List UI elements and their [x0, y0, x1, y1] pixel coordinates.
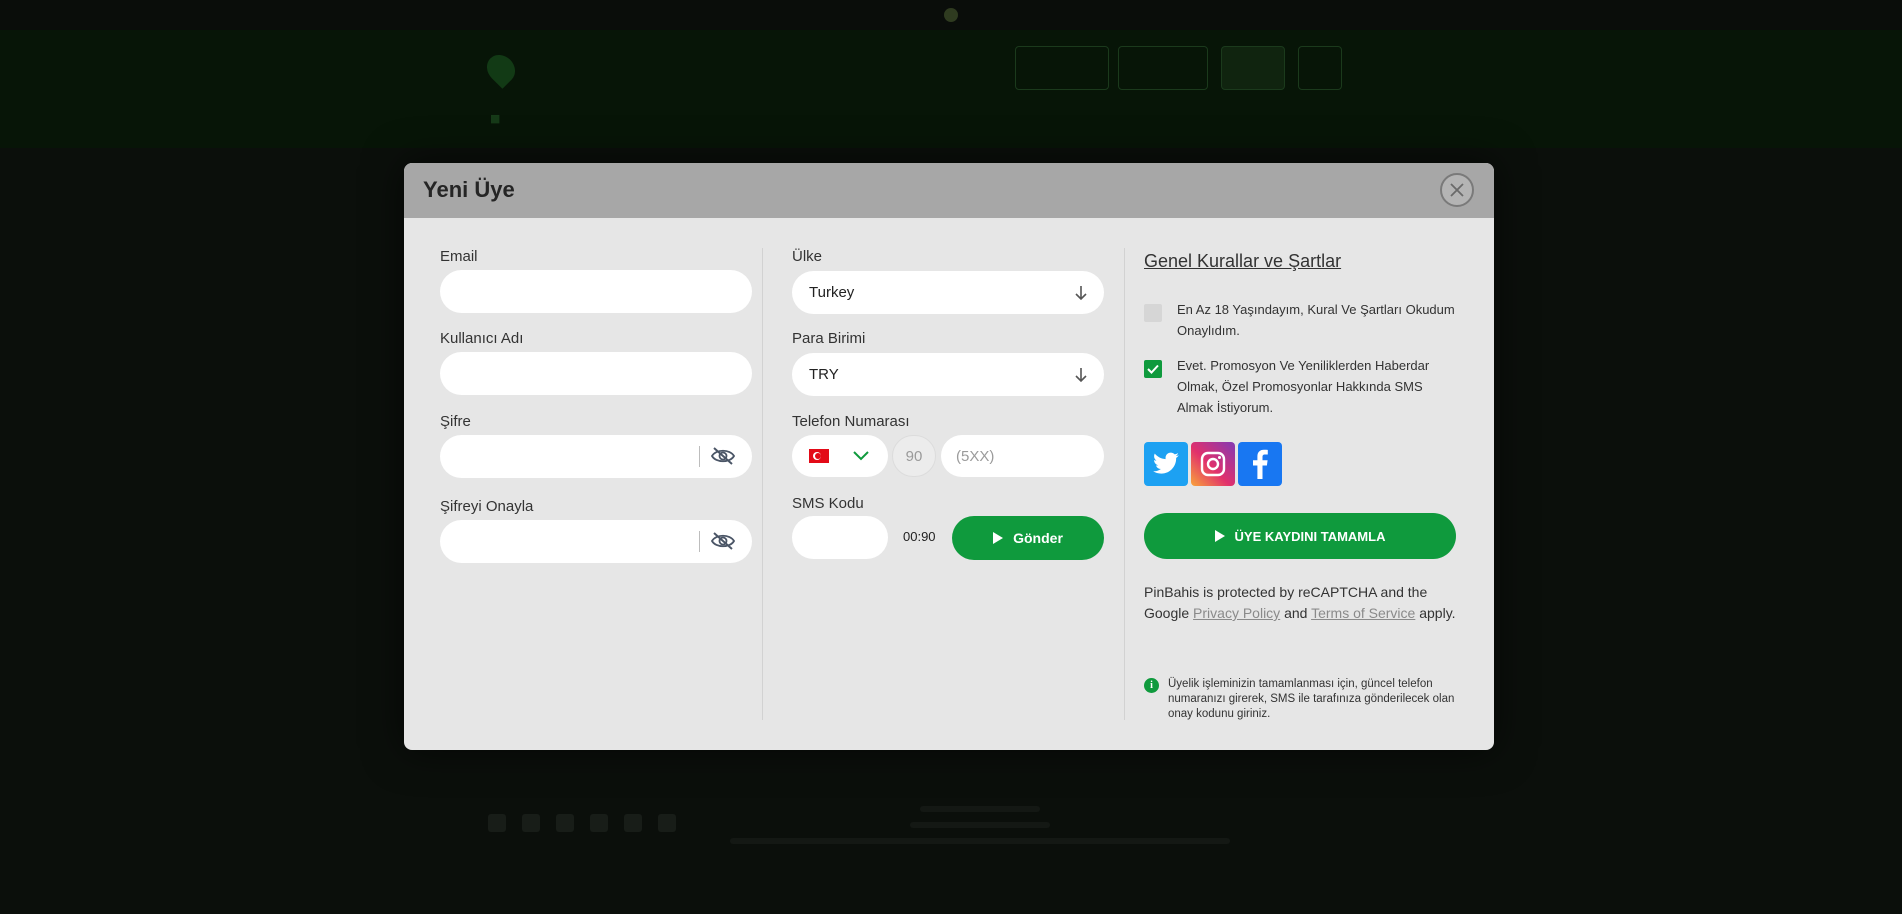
terms-of-service-link[interactable]: Terms of Service [1311, 605, 1415, 621]
column-divider [762, 248, 763, 720]
password-visibility-toggle[interactable] [710, 445, 736, 467]
phone-country-code: 90 [892, 435, 936, 477]
country-value: Turkey [809, 284, 855, 301]
recaptcha-notice: PinBahis is protected by reCAPTCHA and t… [1144, 582, 1456, 624]
modal-title: Yeni Üye [423, 177, 515, 202]
twitter-icon [1153, 452, 1179, 474]
complete-registration-button[interactable]: ÜYE KAYDINI TAMAMLA [1144, 513, 1456, 559]
account-column: Email Kullanıcı Adı Şifre Şifreyi Onayla [440, 218, 752, 750]
pin-logo-icon [481, 49, 521, 89]
terms-column: Genel Kurallar ve Şartlar En Az 18 Yaşın… [1144, 218, 1456, 750]
site-nav [490, 112, 500, 125]
sms-code-label: SMS Kodu [792, 495, 864, 512]
complete-registration-label: ÜYE KAYDINI TAMAMLA [1234, 528, 1386, 544]
password-confirm-visibility-toggle[interactable] [710, 530, 736, 552]
play-icon [1214, 530, 1225, 542]
facebook-link[interactable] [1238, 442, 1282, 486]
password-confirm-separator [699, 531, 700, 552]
footer-youtube-icon [556, 814, 574, 832]
privacy-policy-link[interactable]: Privacy Policy [1193, 605, 1280, 621]
turkey-flag-icon [809, 449, 829, 463]
sms-timer: 00:90 [903, 529, 936, 544]
username-label: Kullanıcı Adı [440, 330, 524, 347]
site-header [0, 30, 1902, 148]
social-links [1144, 442, 1282, 486]
footer-pinterest-icon [624, 814, 642, 832]
column-divider [1124, 248, 1125, 720]
play-icon [993, 532, 1004, 544]
password-confirm-field [440, 520, 752, 563]
send-sms-button[interactable]: Gönder [952, 516, 1104, 560]
site-logo [481, 49, 521, 89]
footer-settings-icon [658, 814, 676, 832]
password-confirm-input[interactable] [440, 520, 752, 563]
header-signup-button [1118, 46, 1208, 90]
close-icon [1450, 183, 1464, 197]
footer-social-icons [488, 814, 676, 832]
facebook-icon [1253, 449, 1268, 479]
email-input[interactable] [440, 270, 752, 313]
registration-modal: Yeni Üye Email Kullanıcı Adı Şifre Şifre… [404, 163, 1494, 750]
eye-off-icon [711, 447, 735, 465]
password-label: Şifre [440, 413, 471, 430]
announcement-icon [944, 8, 958, 22]
phone-input[interactable] [941, 435, 1104, 477]
footer-text [720, 796, 1240, 854]
recaptcha-apply: apply. [1419, 605, 1456, 621]
modal-header: Yeni Üye [404, 163, 1494, 218]
nav-item [490, 112, 500, 125]
age-confirm-row: En Az 18 Yaşındayım, Kural Ve Şartları O… [1144, 299, 1456, 341]
promo-consent-row: Evet. Promosyon Ve Yeniliklerden Haberda… [1144, 355, 1456, 418]
country-label: Ülke [792, 248, 823, 265]
instagram-icon [1200, 451, 1226, 477]
currency-value: TRY [809, 366, 839, 383]
password-confirm-label: Şifreyi Onayla [440, 498, 534, 515]
password-field [440, 435, 752, 478]
sms-info-note: i Üyelik işleminizin tamamlanması için, … [1144, 677, 1456, 722]
close-button[interactable] [1440, 173, 1474, 207]
currency-select[interactable]: TRY [792, 353, 1104, 396]
age-confirm-text: En Az 18 Yaşındayım, Kural Ve Şartları O… [1177, 302, 1455, 338]
region-column: Ülke Turkey Para Birimi TRY Telefon Numa… [792, 218, 1104, 750]
phone-country-select[interactable] [792, 435, 888, 477]
chevron-down-icon [853, 451, 869, 461]
password-separator [699, 446, 700, 467]
twitter-link[interactable] [1144, 442, 1188, 486]
username-input[interactable] [440, 352, 752, 395]
country-select[interactable]: Turkey [792, 271, 1104, 314]
header-login-button [1221, 46, 1285, 90]
footer-x-icon [522, 814, 540, 832]
header-calendar-button [1298, 46, 1342, 90]
promo-consent-text: Evet. Promosyon Ve Yeniliklerden Haberda… [1177, 358, 1430, 415]
send-sms-label: Gönder [1013, 530, 1063, 546]
eye-off-icon [711, 532, 735, 550]
info-icon: i [1144, 678, 1159, 693]
sms-code-input[interactable] [792, 516, 888, 559]
checkmark-icon [1147, 364, 1159, 374]
recaptcha-and: and [1284, 605, 1308, 621]
phone-label: Telefon Numarası [792, 413, 910, 430]
header-bonus-button [1015, 46, 1109, 90]
phone-field: 90 [792, 435, 1104, 477]
footer-instagram-icon [590, 814, 608, 832]
age-confirm-checkbox[interactable] [1144, 304, 1162, 322]
footer-facebook-icon [488, 814, 506, 832]
arrow-down-icon [1075, 367, 1087, 382]
arrow-down-icon [1075, 285, 1087, 300]
password-input[interactable] [440, 435, 752, 478]
terms-link[interactable]: Genel Kurallar ve Şartlar [1144, 251, 1341, 272]
sms-info-text: Üyelik işleminizin tamamlanması için, gü… [1168, 678, 1455, 720]
instagram-link[interactable] [1191, 442, 1235, 486]
promo-consent-checkbox[interactable] [1144, 360, 1162, 378]
email-label: Email [440, 248, 478, 265]
currency-label: Para Birimi [792, 330, 866, 347]
announcement-bar [0, 0, 1902, 30]
